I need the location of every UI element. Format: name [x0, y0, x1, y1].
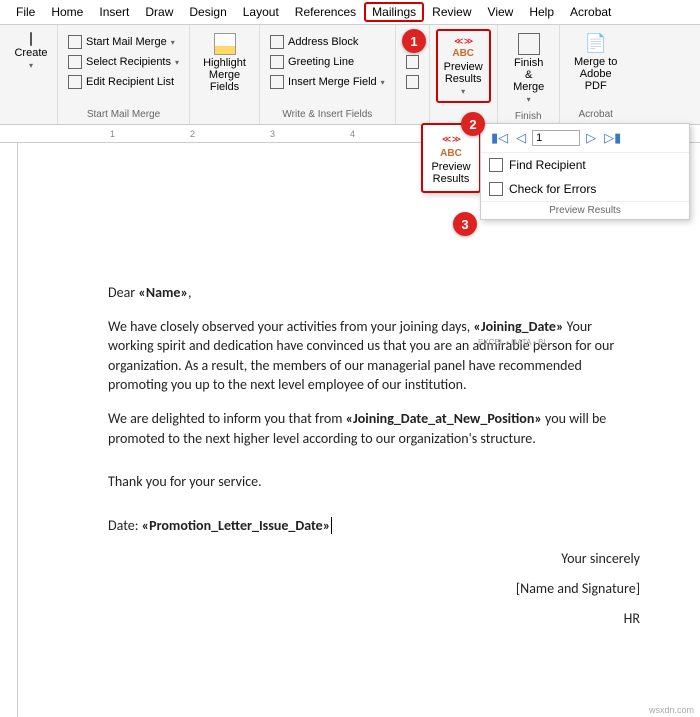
- issue-date-merge-field: «Promotion_Letter_Issue_Date»: [142, 517, 333, 534]
- menu-mailings[interactable]: Mailings: [364, 2, 424, 22]
- first-record-button[interactable]: ▮◁: [489, 130, 510, 146]
- callout-2: 2: [461, 112, 485, 136]
- greeting-line-button[interactable]: Greeting Line: [266, 53, 389, 71]
- last-record-button[interactable]: ▷▮: [602, 130, 623, 146]
- insert-field-icon: [270, 75, 284, 89]
- group-label-write-insert: Write & Insert Fields: [266, 107, 389, 120]
- signature-closing: Your sincerely: [108, 549, 640, 569]
- highlight-merge-fields-button[interactable]: Highlight Merge Fields: [196, 29, 253, 97]
- finish-icon: [518, 33, 540, 55]
- check-icon: [489, 182, 503, 196]
- preview-icon: ≪ ≫ABC: [452, 35, 474, 59]
- preview-icon-small: ≪ ≫ABC: [429, 131, 473, 159]
- address-icon: [270, 35, 284, 49]
- merge-to-pdf-button[interactable]: 📄 Merge to Adobe PDF: [566, 29, 626, 96]
- menu-layout[interactable]: Layout: [235, 2, 287, 22]
- menu-insert[interactable]: Insert: [91, 2, 137, 22]
- ribbon-group-create: Create ▾: [0, 25, 58, 124]
- menu-references[interactable]: References: [287, 2, 364, 22]
- greeting-icon: [270, 55, 284, 69]
- menu-view[interactable]: View: [480, 2, 522, 22]
- menu-draw[interactable]: Draw: [137, 2, 181, 22]
- highlight-icon: [214, 33, 236, 55]
- name-merge-field: «Name»: [138, 284, 188, 301]
- menu-bar: File Home Insert Draw Design Layout Refe…: [0, 0, 700, 25]
- match-icon: [406, 55, 419, 69]
- preview-label: Preview Results ▾: [444, 61, 483, 97]
- edit-recipient-list-button[interactable]: Edit Recipient List: [64, 73, 183, 91]
- group-label-acrobat: Acrobat: [566, 107, 626, 120]
- menu-home[interactable]: Home: [43, 2, 91, 22]
- ribbon: Create ▾ Start Mail Merge ▾ Select Recip…: [0, 25, 700, 125]
- select-recipients-button[interactable]: Select Recipients ▾: [64, 53, 183, 71]
- address-block-button[interactable]: Address Block: [266, 33, 389, 51]
- find-recipient-button[interactable]: Find Recipient: [481, 153, 689, 177]
- callout-3: 3: [453, 212, 477, 236]
- update-icon: [406, 75, 419, 89]
- signature-role: HR: [108, 609, 640, 629]
- create-label: Create ▾: [12, 47, 50, 71]
- next-record-button[interactable]: ▷: [584, 130, 598, 146]
- paragraph-1: We have closely observed your activities…: [108, 317, 640, 395]
- menu-review[interactable]: Review: [424, 2, 479, 22]
- find-icon: [489, 158, 503, 172]
- dropdown-footer-label: Preview Results: [481, 201, 689, 219]
- finish-merge-button[interactable]: Finish & Merge ▾: [504, 29, 554, 109]
- prev-record-button[interactable]: ◁: [514, 130, 528, 146]
- group-label-create: [6, 107, 51, 120]
- ribbon-group-start-merge: Start Mail Merge ▾ Select Recipients ▾ E…: [58, 25, 190, 124]
- preview-results-button[interactable]: ≪ ≫ABC Preview Results ▾: [436, 29, 491, 103]
- finish-label: Finish & Merge ▾: [510, 57, 548, 105]
- ribbon-group-highlight: Highlight Merge Fields: [190, 25, 260, 124]
- update-labels-button[interactable]: [402, 73, 423, 91]
- background-logo-text: EXCEL • DATA • BI: [478, 338, 546, 347]
- workspace: EXCEL • DATA • BI Dear «Name», We have c…: [0, 143, 700, 717]
- recipients-icon: [68, 55, 82, 69]
- greeting-line: Dear «Name»,: [108, 283, 640, 303]
- page-area: EXCEL • DATA • BI Dear «Name», We have c…: [18, 143, 700, 717]
- insert-merge-field-button[interactable]: Insert Merge Field ▾: [266, 73, 389, 91]
- envelope-icon: [30, 33, 32, 45]
- ribbon-group-write-insert: Address Block Greeting Line Insert Merge…: [260, 25, 396, 124]
- check-errors-button[interactable]: Check for Errors: [481, 177, 689, 201]
- start-mail-merge-button[interactable]: Start Mail Merge ▾: [64, 33, 183, 51]
- menu-help[interactable]: Help: [521, 2, 562, 22]
- group-label-finish: Finish: [504, 109, 553, 122]
- menu-design[interactable]: Design: [181, 2, 234, 22]
- ribbon-group-finish: Finish & Merge ▾ Finish: [498, 25, 560, 124]
- joining-date-merge-field: «Joining_Date»: [473, 318, 563, 335]
- paragraph-2: We are delighted to inform you that from…: [108, 409, 640, 448]
- pdf-icon: 📄: [584, 33, 606, 54]
- preview-results-dropdown: ▮◁ ◁ ▷ ▷▮ Find Recipient Check for Error…: [480, 123, 690, 220]
- watermark: wsxdn.com: [649, 705, 694, 715]
- vertical-ruler: [0, 143, 18, 717]
- edit-list-icon: [68, 75, 82, 89]
- signature-block: Your sincerely [Name and Signature] HR: [108, 549, 640, 628]
- match-fields-button[interactable]: [402, 53, 423, 71]
- new-position-date-merge-field: «Joining_Date_at_New_Position»: [346, 410, 542, 427]
- menu-file[interactable]: File: [8, 2, 43, 22]
- highlight-label: Highlight Merge Fields: [202, 57, 247, 93]
- signature-name: [Name and Signature]: [108, 579, 640, 599]
- mail-icon: [68, 35, 82, 49]
- group-label-start-merge: Start Mail Merge: [64, 107, 183, 120]
- pdf-label: Merge to Adobe PDF: [572, 56, 620, 92]
- ribbon-group-preview: ≪ ≫ABC Preview Results ▾: [430, 25, 498, 124]
- ribbon-group-acrobat: 📄 Merge to Adobe PDF Acrobat: [560, 25, 632, 124]
- create-button[interactable]: Create ▾: [6, 29, 56, 75]
- preview-menu-label: Preview Results: [429, 161, 473, 185]
- record-number-input[interactable]: [532, 130, 580, 146]
- menu-acrobat[interactable]: Acrobat: [562, 2, 619, 22]
- thanks-line: Thank you for your service.: [108, 472, 640, 492]
- callout-1: 1: [402, 29, 426, 53]
- document-page[interactable]: Dear «Name», We have closely observed yo…: [18, 143, 700, 717]
- date-line: Date: «Promotion_Letter_Issue_Date»: [108, 516, 640, 536]
- record-navigation: ▮◁ ◁ ▷ ▷▮: [481, 124, 689, 153]
